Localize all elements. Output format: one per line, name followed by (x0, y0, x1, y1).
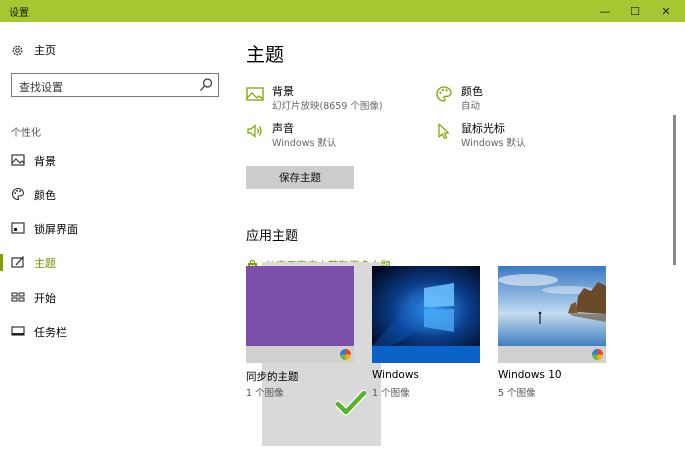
sidebar-item-start[interactable]: 开始 (0, 283, 232, 311)
search-input[interactable]: 查找设置 (11, 73, 219, 97)
setting-name: 颜色 (461, 85, 483, 98)
theme-color-strip (372, 346, 480, 363)
sidebar-item-background[interactable]: 背景 (0, 146, 232, 174)
picture-icon (11, 154, 25, 166)
setting-value: Windows 默认 (461, 138, 526, 149)
speaker-icon (247, 124, 262, 138)
search-placeholder: 查找设置 (19, 81, 63, 94)
maximize-button[interactable]: ☐ (620, 0, 650, 22)
sidebar-item-taskbar[interactable]: 任务栏 (0, 317, 232, 345)
color-wheel-icon (340, 349, 351, 360)
theme-tile-synced[interactable]: 同步的主题 1 个图像 (246, 266, 354, 406)
sidebar-item-label: 锁屏界面 (34, 223, 78, 236)
sidebar-item-label: 颜色 (34, 189, 56, 202)
setting-name: 声音 (272, 122, 294, 135)
close-button[interactable]: ✕ (651, 0, 681, 22)
close-icon: ✕ (661, 4, 671, 18)
setting-name: 鼠标光标 (461, 122, 505, 135)
cursor-icon (438, 123, 450, 140)
sidebar: 主页 查找设置 个性化 背景 颜色 锁屏界面 主题 开始 任务栏 (0, 22, 232, 473)
section-label: 个性化 (11, 128, 41, 139)
sidebar-item-label: 背景 (34, 155, 56, 168)
window-title: 设置 (9, 8, 29, 19)
theme-name: Windows 10 (498, 369, 562, 381)
theme-thumbnail (498, 266, 606, 346)
sidebar-item-themes[interactable]: 主题 (0, 248, 232, 276)
sidebar-item-label: 任务栏 (34, 326, 67, 339)
search-icon (200, 78, 213, 91)
palette-icon (12, 187, 25, 201)
taskbar-icon (11, 326, 25, 336)
minimize-button[interactable]: — (590, 0, 620, 22)
maximize-icon: ☐ (630, 4, 640, 18)
checkmark-icon (336, 390, 366, 416)
theme-color-strip (498, 346, 606, 363)
gear-icon (12, 45, 23, 55)
sidebar-item-lock-screen[interactable]: 锁屏界面 (0, 214, 232, 242)
setting-value: 自动 (461, 101, 481, 112)
color-wheel-icon (592, 349, 603, 360)
lock-screen-icon (11, 222, 25, 234)
home-link[interactable]: 主页 (11, 42, 56, 58)
theme-thumbnail (246, 266, 354, 346)
theme-name: Windows (372, 369, 419, 381)
minimize-icon: — (599, 4, 611, 18)
sidebar-item-colors[interactable]: 颜色 (0, 180, 232, 208)
setting-value: Windows 默认 (272, 138, 337, 149)
scrollbar[interactable] (673, 115, 676, 265)
save-theme-button[interactable]: 保存主题 (246, 166, 354, 189)
theme-icon (11, 256, 24, 268)
picture-icon (246, 87, 264, 101)
apply-theme-heading: 应用主题 (246, 229, 299, 244)
sidebar-item-label: 主题 (34, 257, 56, 270)
theme-color-strip (246, 346, 354, 363)
theme-image-count: 1 个图像 (246, 388, 284, 399)
title-bar: 设置 — ☐ ✕ (0, 0, 685, 22)
theme-thumbnail (372, 266, 480, 346)
page-title: 主题 (246, 44, 285, 66)
theme-image-count: 1 个图像 (372, 388, 410, 399)
active-indicator (0, 254, 3, 271)
setting-value: 幻灯片放映(8659 个图像) (272, 101, 383, 112)
theme-name: 同步的主题 (246, 371, 299, 383)
sidebar-item-label: 开始 (34, 292, 56, 305)
start-icon (11, 292, 25, 302)
theme-tile-windows[interactable]: Windows 1 个图像 (372, 266, 480, 406)
palette-icon (436, 86, 452, 102)
setting-name: 背景 (272, 85, 294, 98)
theme-image-count: 5 个图像 (498, 388, 536, 399)
theme-tile-windows-10[interactable]: Windows 10 5 个图像 (498, 266, 606, 406)
home-label: 主页 (34, 44, 56, 57)
